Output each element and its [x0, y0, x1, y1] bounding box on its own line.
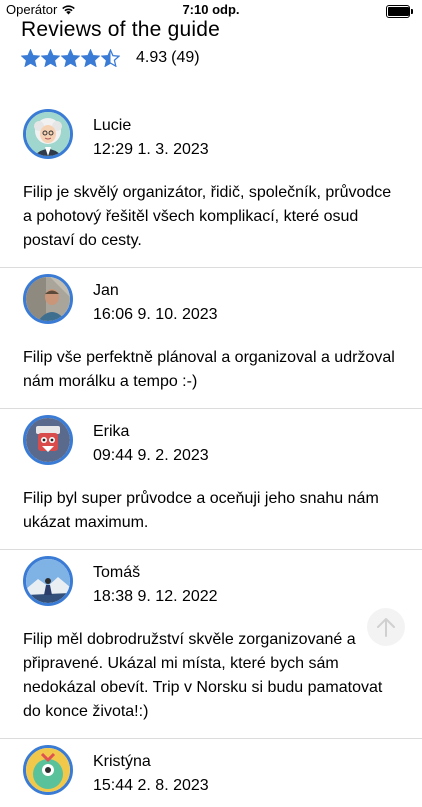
- arrow-up-icon: [377, 618, 395, 637]
- review-text: Filip je skvělý organizátor, řidič, spol…: [23, 184, 392, 249]
- reviewer-name: Jan: [93, 282, 119, 299]
- review-datetime: 12:29 1. 3. 2023: [93, 141, 209, 158]
- battery-fill: [388, 7, 409, 16]
- review-datetime: 18:38 9. 12. 2022: [93, 588, 218, 605]
- battery-icon: [386, 5, 413, 18]
- review-item: Tomáš 18:38 9. 12. 2022 Filip měl dobrod…: [0, 550, 422, 739]
- scroll-to-top-button[interactable]: [367, 608, 405, 646]
- review-item: Lucie 12:29 1. 3. 2023 Filip je skvělý o…: [0, 103, 422, 268]
- clock: 7:10 odp.: [182, 2, 240, 17]
- review-text: Filip byl super průvodce a oceňuji jeho …: [23, 490, 379, 531]
- avatar-kristyna[interactable]: [23, 745, 73, 795]
- star-full-icon: [81, 49, 100, 67]
- avatar-lucie[interactable]: [23, 109, 73, 159]
- rating-count: (49): [171, 49, 200, 66]
- status-bar: Operátor 7:10 odp.: [0, 0, 422, 20]
- rating-stars: [21, 49, 121, 67]
- review-item: Erika 09:44 9. 2. 2023 Filip byl super p…: [0, 409, 422, 550]
- reviewer-name: Kristýna: [93, 753, 151, 770]
- page-title: Reviews of the guide: [21, 18, 220, 41]
- rating-score: 4.93: [136, 49, 168, 66]
- review-item: Jan 16:06 9. 10. 2023 Filip vše perfektn…: [0, 268, 422, 409]
- rating-text: 4.93 (49): [136, 49, 200, 67]
- review-datetime: 16:06 9. 10. 2023: [93, 306, 218, 323]
- star-full-icon: [41, 49, 60, 67]
- reviewer-name: Lucie: [93, 117, 132, 134]
- review-text: Filip měl dobrodružství skvěle zorganizo…: [23, 631, 383, 720]
- rating-summary: 4.93 (49): [21, 48, 200, 68]
- review-text: Filip vše perfektně plánoval a organizov…: [23, 349, 395, 390]
- avatar-jan[interactable]: [23, 274, 73, 324]
- star-full-icon: [61, 49, 80, 67]
- avatar-erika[interactable]: [23, 415, 73, 465]
- avatar-tomas[interactable]: [23, 556, 73, 606]
- reviewer-name: Tomáš: [93, 564, 141, 581]
- reviewer-name: Erika: [93, 423, 130, 440]
- review-datetime: 15:44 2. 8. 2023: [93, 777, 209, 794]
- review-datetime: 09:44 9. 2. 2023: [93, 447, 209, 464]
- star-full-icon: [21, 49, 40, 67]
- review-list[interactable]: Lucie 12:29 1. 3. 2023 Filip je skvělý o…: [0, 103, 422, 807]
- star-half-icon: [101, 49, 120, 67]
- review-item: Kristýna 15:44 2. 8. 2023: [0, 739, 422, 807]
